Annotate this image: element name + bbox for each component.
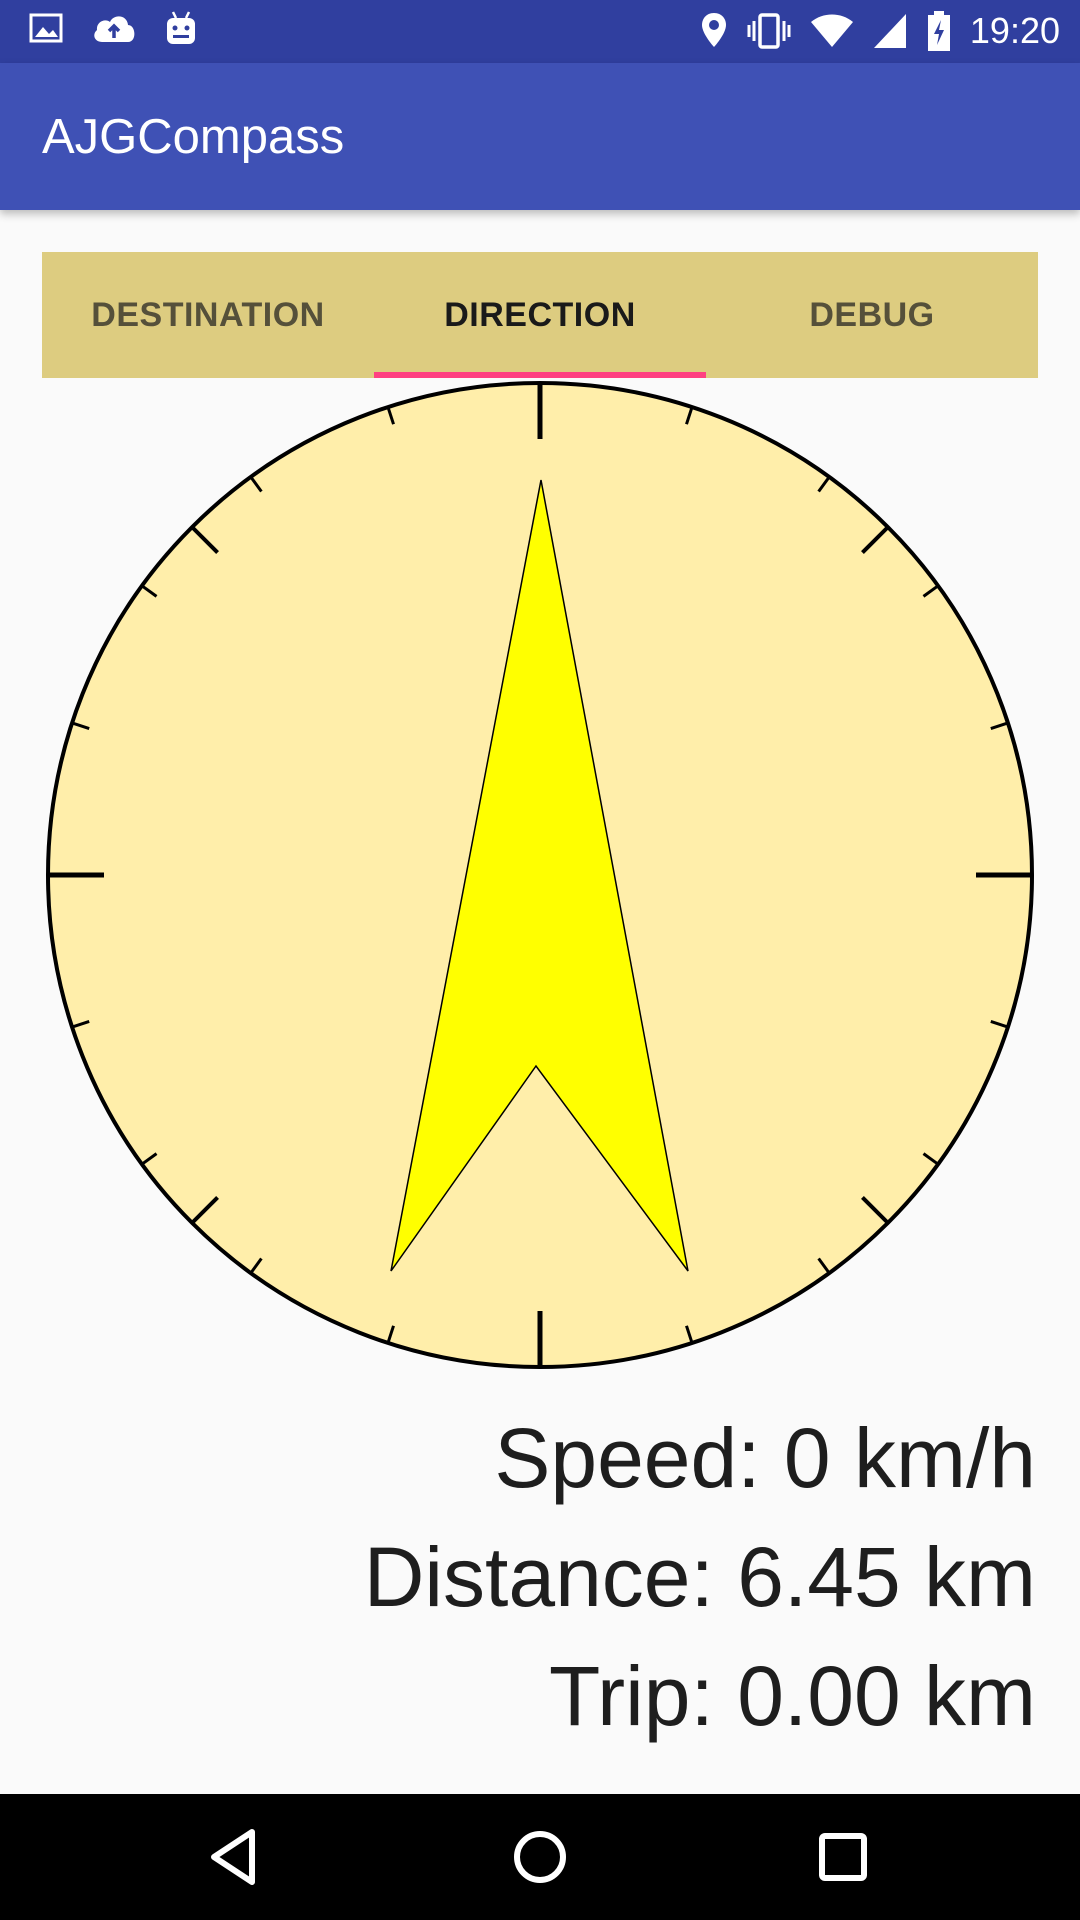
cloud-upload-icon: [94, 16, 135, 42]
tab-debug[interactable]: DEBUG: [706, 252, 1038, 378]
vibrate-icon: [747, 13, 791, 49]
tab-destination[interactable]: DESTINATION: [42, 252, 374, 378]
home-icon[interactable]: [505, 1822, 575, 1892]
back-icon[interactable]: [200, 1822, 270, 1892]
signal-icon: [873, 14, 906, 48]
android-icon: [167, 11, 195, 44]
navigation-bar: [0, 1794, 1080, 1920]
battery-charging-icon: [927, 11, 950, 51]
app-bar: AJGCompass: [0, 63, 1080, 210]
location-icon: [701, 13, 726, 47]
status-bar: 19:20: [0, 0, 1080, 63]
distance-readout: Distance: 6.45 km: [363, 1530, 1036, 1624]
wifi-icon: [810, 14, 853, 47]
screen: 19:20 AJGCompass DESTINATION DIRECTION D…: [0, 0, 1080, 1920]
compass-dial: [46, 381, 1034, 1369]
status-time: 19:20: [969, 10, 1060, 51]
app-title: AJGCompass: [42, 110, 345, 164]
recents-icon[interactable]: [808, 1822, 878, 1892]
trip-readout: Trip: 0.00 km: [548, 1649, 1036, 1743]
tab-bar: DESTINATION DIRECTION DEBUG: [42, 252, 1038, 378]
speed-readout: Speed: 0 km/h: [494, 1411, 1036, 1505]
image-icon: [29, 13, 63, 43]
tab-direction[interactable]: DIRECTION: [374, 252, 706, 378]
